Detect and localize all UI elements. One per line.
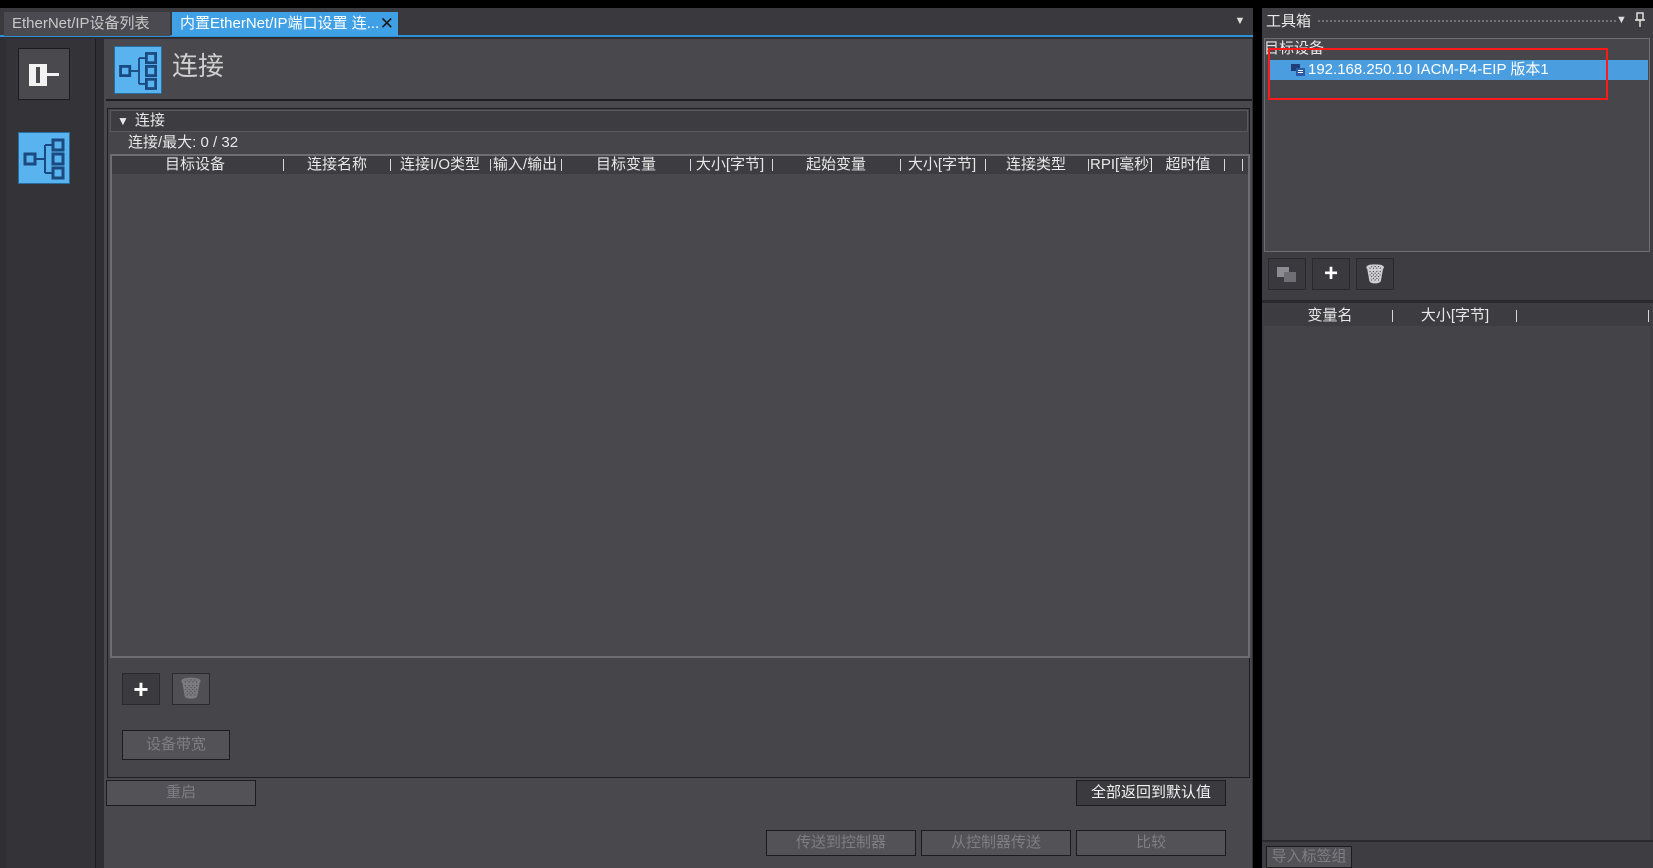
column-separator[interactable] (390, 159, 391, 171)
column-separator[interactable] (1242, 159, 1243, 171)
add-connection-button[interactable]: + (122, 673, 160, 705)
connection-icon (114, 46, 162, 94)
connection-icon (23, 138, 65, 180)
column-header[interactable]: 连接类型 (988, 156, 1084, 174)
trash-icon: 🗑 (1363, 264, 1387, 284)
import-tag-group-button[interactable]: 导入标签组 (1266, 846, 1352, 868)
top-strip (0, 0, 1653, 8)
chevron-down-icon[interactable]: ▼ (1616, 14, 1627, 26)
column-header[interactable]: 超时值 (1156, 156, 1220, 174)
column-separator[interactable] (900, 159, 901, 171)
nav-tag-table-button[interactable] (18, 48, 70, 100)
column-separator[interactable] (985, 159, 986, 171)
column-separator[interactable] (283, 159, 284, 171)
column-header[interactable]: 目标变量 (564, 156, 688, 174)
device-group-button[interactable] (1268, 258, 1306, 290)
folder-device-icon (1277, 267, 1296, 282)
column-separator[interactable] (772, 159, 773, 171)
pin-icon[interactable] (1634, 12, 1646, 32)
transfer-from-controller-button[interactable]: 从控制器传送 (921, 830, 1071, 856)
header-divider (106, 99, 1252, 101)
tab-port-settings[interactable]: 内置EtherNet/IP端口设置 连... ✕ (172, 12, 398, 36)
column-header[interactable]: 连接名称 (287, 156, 387, 174)
column-header[interactable]: 目标设备 (112, 156, 278, 174)
tab-device-list[interactable]: EtherNet/IP设备列表 (4, 12, 170, 36)
trash-icon: 🗑 (178, 678, 204, 700)
section-title: 连接 (134, 112, 165, 129)
column-header[interactable]: 连接I/O类型 (393, 156, 487, 174)
connection-count: 连接/最大: 0 / 32 (128, 134, 239, 151)
tab-device-list-label: EtherNet/IP设备列表 (12, 15, 150, 32)
column-separator[interactable] (561, 159, 562, 171)
add-device-button[interactable]: + (1312, 258, 1350, 290)
reset-all-defaults-button[interactable]: 全部返回到默认值 (1076, 780, 1226, 806)
column-separator[interactable] (1392, 310, 1393, 322)
page-title: 连接 (172, 51, 225, 81)
column-separator[interactable] (490, 159, 491, 171)
column-header[interactable]: 大小[字节] (903, 156, 981, 174)
column-header[interactable]: RPI[毫秒] (1090, 156, 1152, 174)
column-header[interactable]: 输入/输出 (492, 156, 558, 174)
plus-icon: + (133, 674, 149, 704)
highlight-box (1268, 48, 1608, 100)
column-separator[interactable] (690, 159, 691, 171)
plus-icon: + (1323, 260, 1338, 287)
column-header[interactable]: 大小[字节] (692, 156, 768, 174)
transfer-to-controller-button[interactable]: 传送到控制器 (766, 830, 916, 856)
column-separator[interactable] (1516, 310, 1517, 322)
title-grip (1318, 20, 1616, 24)
device-bandwidth-button[interactable]: 设备带宽 (122, 730, 230, 760)
column-header[interactable]: 起始变量 (776, 156, 896, 174)
toolbox-title: 工具箱 (1266, 13, 1312, 30)
column-separator[interactable] (1224, 159, 1225, 171)
column-header[interactable]: 大小[字节] (1396, 306, 1514, 326)
panel-divider (1262, 300, 1653, 303)
section-header[interactable]: ▼ 连接 (110, 110, 1248, 132)
column-separator[interactable] (1088, 159, 1089, 171)
delete-device-button[interactable]: 🗑 (1356, 258, 1394, 290)
chevron-down-icon[interactable]: ▼ (1233, 14, 1247, 28)
delete-connection-button[interactable]: 🗑 (172, 673, 210, 705)
compare-button[interactable]: 比较 (1076, 830, 1226, 856)
nav-connection-button[interactable] (18, 132, 70, 184)
panel-divider (1262, 840, 1653, 842)
pane-splitter[interactable] (1253, 0, 1262, 868)
tab-port-settings-label: 内置EtherNet/IP端口设置 连... (180, 15, 380, 32)
column-separator[interactable] (1648, 310, 1649, 322)
column-header[interactable]: 变量名 (1270, 306, 1390, 326)
connection-table[interactable] (110, 154, 1250, 658)
restart-button[interactable]: 重启 (106, 780, 256, 806)
collapse-triangle-icon: ▼ (117, 114, 129, 128)
tag-table-icon (29, 64, 59, 86)
close-icon[interactable]: ✕ (380, 12, 394, 36)
variable-table[interactable] (1264, 306, 1650, 840)
